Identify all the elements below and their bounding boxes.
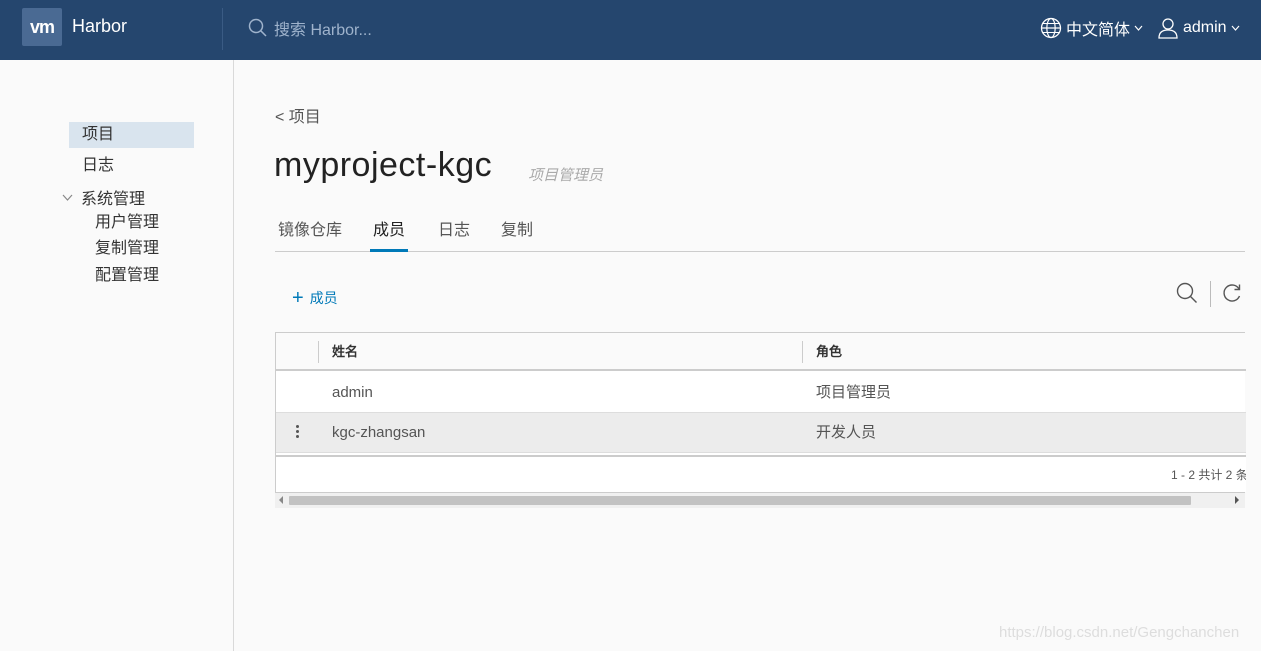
sidebar-item-replication[interactable]: 复制管理 (95, 236, 159, 262)
row-actions-icon[interactable] (292, 423, 302, 443)
scroll-left-arrow[interactable] (279, 496, 283, 504)
search-icon (248, 18, 267, 37)
add-member-label: 成员 (309, 290, 338, 306)
cell-name: kgc-zhangsan (332, 424, 426, 441)
column-header-role[interactable]: 角色 (816, 333, 842, 371)
tab-members[interactable]: 成员 (370, 218, 409, 252)
pagination-info: 1 - 2 共计 2 条 (1171, 468, 1246, 482)
top-header: vm Harbor 搜索 Harbor... 中文简体 admin (0, 0, 1261, 60)
column-header-name[interactable]: 姓名 (332, 333, 358, 371)
column-divider (318, 341, 319, 363)
globe-icon (1040, 17, 1062, 39)
horizontal-scrollbar[interactable] (275, 493, 1245, 508)
user-name: admin (1183, 19, 1227, 36)
watermark: https://blog.csdn.net/Gengchanchen (999, 624, 1240, 641)
global-search[interactable]: 搜索 Harbor... (248, 14, 372, 42)
user-menu[interactable]: admin (1157, 14, 1244, 42)
add-member-button[interactable]: + 成员 (292, 288, 338, 308)
cell-role: 项目管理员 (816, 384, 892, 401)
project-tabs: 镜像仓库 成员 日志 复制 (275, 218, 1245, 252)
sidebar: 项目 日志 系统管理 用户管理 复制管理 配置管理 (0, 60, 234, 651)
scroll-right-arrow[interactable] (1235, 496, 1239, 504)
table-header: 姓名 角色 (276, 333, 1246, 371)
sidebar-group-admin[interactable]: 系统管理 (62, 184, 145, 210)
refresh-icon[interactable] (1221, 282, 1243, 304)
scrollbar-thumb[interactable] (289, 496, 1191, 505)
sidebar-group-label: 系统管理 (81, 191, 146, 208)
sidebar-item-users[interactable]: 用户管理 (95, 210, 159, 236)
table-row[interactable]: admin 项目管理员 (276, 373, 1246, 413)
cell-role: 开发人员 (816, 424, 877, 441)
sidebar-item-logs[interactable]: 日志 (69, 153, 194, 179)
toolbar-divider (1210, 281, 1211, 307)
plus-icon: + (292, 287, 304, 309)
user-icon (1158, 18, 1178, 39)
tab-replication[interactable]: 复制 (501, 218, 533, 252)
sidebar-item-projects[interactable]: 项目 (69, 122, 194, 148)
language-label: 中文简体 (1066, 22, 1131, 39)
search-icon[interactable] (1176, 282, 1198, 304)
table-footer: 1 - 2 共计 2 条 (276, 455, 1246, 492)
tab-logs[interactable]: 日志 (438, 218, 470, 252)
column-divider (802, 341, 803, 363)
header-divider (222, 8, 223, 50)
breadcrumb-back-projects[interactable]: < 项目 (275, 103, 321, 127)
cell-name: admin (332, 384, 373, 401)
language-selector[interactable]: 中文简体 (1040, 14, 1147, 42)
search-placeholder: 搜索 Harbor... (274, 22, 372, 39)
sidebar-item-configuration[interactable]: 配置管理 (95, 263, 159, 289)
chevron-down-icon (1134, 25, 1143, 31)
role-badge: 项目管理员 (528, 167, 604, 184)
chevron-down-icon (62, 194, 73, 201)
members-table: 姓名 角色 admin 项目管理员 kgc-zhangsan 开发人员 1 - … (275, 332, 1246, 493)
vmware-logo[interactable]: vm (22, 8, 62, 46)
table-row[interactable]: kgc-zhangsan 开发人员 (276, 413, 1246, 453)
chevron-down-icon (1231, 25, 1240, 31)
page-title: myproject-kgc (274, 146, 493, 184)
tab-repositories[interactable]: 镜像仓库 (278, 218, 342, 252)
brand-name[interactable]: Harbor (72, 16, 127, 37)
